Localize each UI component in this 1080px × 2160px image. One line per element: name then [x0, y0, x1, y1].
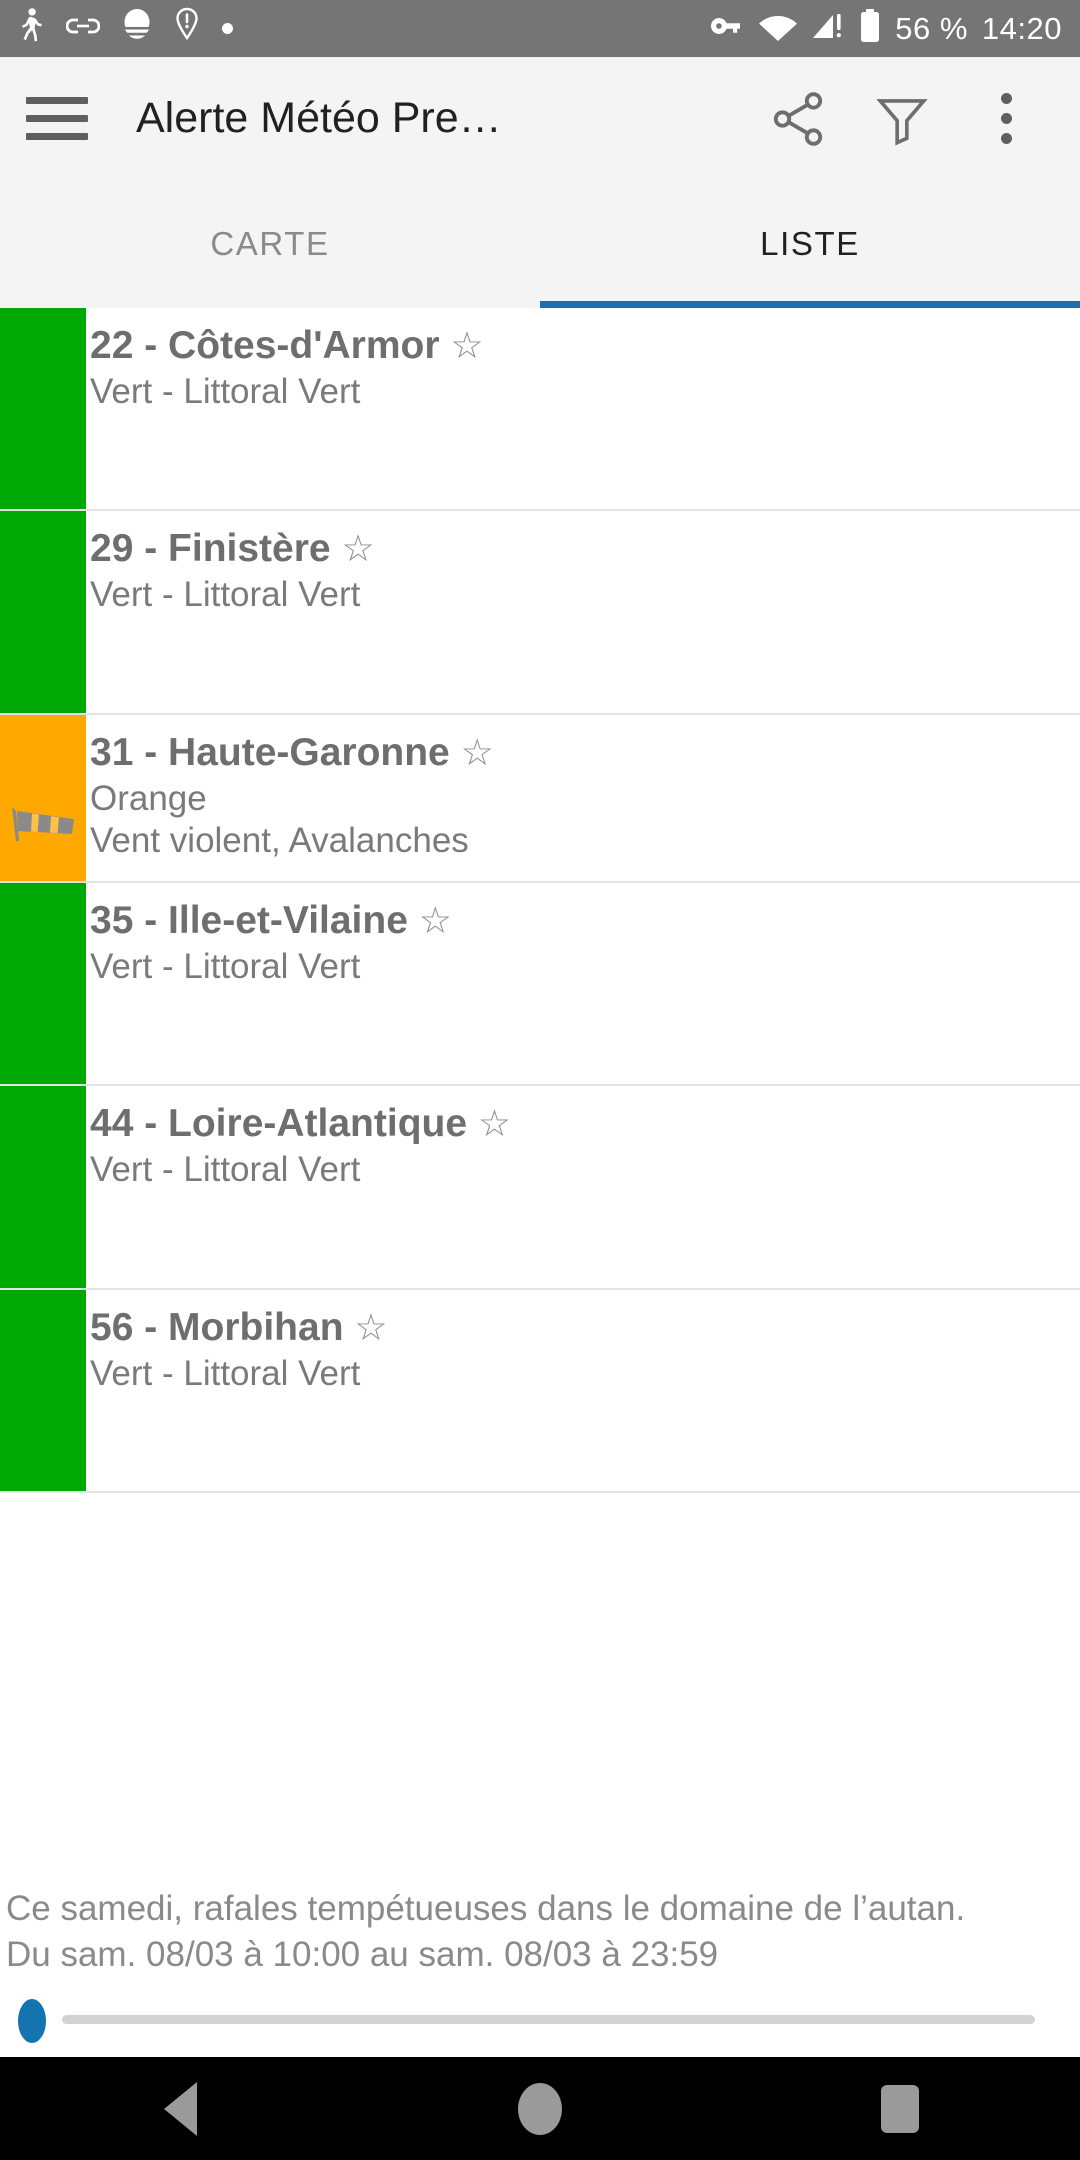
- list-item-title: 22 - Côtes-d'Armor ☆: [90, 322, 1080, 371]
- department-list: 22 - Côtes-d'Armor ☆ Vert - Littoral Vert…: [0, 308, 1080, 1886]
- list-item[interactable]: 31 - Haute-Garonne ☆ Orange Vent violent, …: [0, 714, 1080, 883]
- list-item[interactable]: 35 - Ille-et-Vilaine ☆ Vert - Littoral Ve…: [0, 883, 1080, 1087]
- alert-description: Ce samedi, rafales tempétueuses dans le …: [0, 1886, 1080, 1981]
- alert-level-swatch: [0, 1086, 86, 1288]
- signal-no-sim-icon: [811, 11, 845, 46]
- list-item-body: 31 - Haute-Garonne ☆ Orange Vent violent, …: [86, 715, 1080, 881]
- status-bar: 56 % 14:20: [0, 0, 1080, 57]
- list-item[interactable]: 29 - Finistère ☆ Vert - Littoral Vert: [0, 511, 1080, 715]
- alert-level-swatch: [0, 883, 86, 1085]
- phone-screen: 56 % 14:20 Alerte Météo Pre… CARTE LISTE…: [0, 0, 1080, 2160]
- android-navigation-bar: [0, 2057, 1080, 2160]
- time-slider-track[interactable]: [62, 2015, 1035, 2024]
- list-item-body: 35 - Ille-et-Vilaine ☆ Vert - Littoral Ve…: [86, 883, 1080, 1084]
- list-item-body: 29 - Finistère ☆ Vert - Littoral Vert: [86, 511, 1080, 712]
- alert-level-swatch: [0, 714, 86, 881]
- battery-icon: [859, 9, 881, 48]
- link-icon: [65, 16, 101, 41]
- home-nav-icon[interactable]: [465, 2057, 615, 2160]
- filter-funnel-icon[interactable]: [854, 71, 950, 167]
- windsock-icon: [6, 801, 80, 845]
- hamburger-menu-icon[interactable]: [26, 88, 88, 150]
- status-bar-left-icons: [18, 7, 233, 50]
- list-item-body: 44 - Loire-Atlantique ☆ Vert - Littoral V…: [86, 1086, 1080, 1287]
- recents-nav-icon[interactable]: [825, 2057, 975, 2160]
- favorite-star-icon[interactable]: ☆: [354, 1307, 387, 1348]
- department-name: 44 - Loire-Atlantique: [90, 1102, 468, 1146]
- location-alert-icon: [174, 7, 200, 50]
- alert-description-line1: Ce samedi, rafales tempétueuses dans le …: [6, 1889, 966, 1928]
- overflow-menu-icon[interactable]: [958, 71, 1054, 167]
- department-name: 56 - Morbihan: [90, 1305, 344, 1349]
- list-item-subtitle: Vert - Littoral Vert: [90, 946, 361, 986]
- list-item[interactable]: 44 - Loire-Atlantique ☆ Vert - Littoral V…: [0, 1086, 1080, 1290]
- list-item-title: 31 - Haute-Garonne ☆: [90, 729, 1080, 778]
- list-item-title: 29 - Finistère ☆: [90, 525, 1080, 574]
- favorite-star-icon[interactable]: ☆: [341, 528, 374, 569]
- department-name: 22 - Côtes-d'Armor: [90, 324, 440, 367]
- app-bar: Alerte Météo Pre…: [0, 57, 1080, 180]
- list-item-subtitle: Vert - Littoral Vert: [90, 371, 361, 411]
- alert-description-line2: Du sam. 08/03 à 10:00 au sam. 08/03 à 23…: [6, 1934, 719, 1974]
- favorite-star-icon[interactable]: ☆: [450, 325, 483, 366]
- list-item-subtitle: Vent violent, Avalanches: [90, 821, 469, 861]
- wifi-icon: [759, 11, 798, 46]
- alert-level-swatch: [0, 1289, 86, 1492]
- tab-liste[interactable]: LISTE: [540, 180, 1080, 308]
- vpn-key-icon: [707, 15, 745, 42]
- list-item-body: 22 - Côtes-d'Armor ☆ Vert - Littoral Vert: [86, 308, 1080, 509]
- favorite-star-icon[interactable]: ☆: [461, 732, 494, 773]
- list-item-body: 56 - Morbihan ☆ Vert - Littoral Vert: [86, 1290, 1080, 1491]
- favorite-star-icon[interactable]: ☆: [419, 900, 452, 941]
- alert-level-swatch: [0, 308, 86, 510]
- favorite-star-icon[interactable]: ☆: [478, 1103, 511, 1144]
- list-item-title: 56 - Morbihan ☆: [90, 1304, 1080, 1353]
- department-name: 35 - Ille-et-Vilaine: [90, 899, 408, 942]
- department-name: 31 - Haute-Garonne: [90, 730, 450, 774]
- list-item-subtitle: Orange: [90, 778, 207, 818]
- app-bar-actions: [750, 71, 1054, 167]
- list-item-title: 35 - Ille-et-Vilaine ☆: [90, 897, 1080, 946]
- list-item-subtitle: Vert - Littoral Vert: [90, 575, 361, 615]
- clock: 14:20: [981, 10, 1062, 46]
- tab-carte[interactable]: CARTE: [0, 180, 540, 308]
- tab-indicator: [540, 301, 1080, 308]
- list-item-subtitle: Vert - Littoral Vert: [90, 1353, 361, 1393]
- page-title: Alerte Météo Pre…: [136, 94, 502, 142]
- cloud-icon: [122, 8, 152, 49]
- list-item[interactable]: 22 - Côtes-d'Armor ☆ Vert - Littoral Vert: [0, 308, 1080, 512]
- alert-level-swatch: [0, 511, 86, 713]
- list-item-subtitle: Vert - Littoral Vert: [90, 1150, 361, 1190]
- list-item-title: 44 - Loire-Atlantique ☆: [90, 1100, 1080, 1149]
- back-nav-icon[interactable]: [105, 2057, 255, 2160]
- battery-percentage: 56 %: [895, 10, 968, 46]
- list-item[interactable]: 56 - Morbihan ☆ Vert - Littoral Vert: [0, 1289, 1080, 1494]
- dot-icon: [222, 23, 233, 34]
- status-bar-right-icons: 56 % 14:20: [707, 9, 1062, 48]
- time-slider-thumb[interactable]: [18, 1999, 46, 2043]
- time-slider[interactable]: [0, 1981, 1080, 2057]
- walking-person-icon: [18, 7, 44, 50]
- tab-bar: CARTE LISTE: [0, 180, 1080, 308]
- department-name: 29 - Finistère: [90, 527, 331, 571]
- share-icon[interactable]: [750, 71, 846, 167]
